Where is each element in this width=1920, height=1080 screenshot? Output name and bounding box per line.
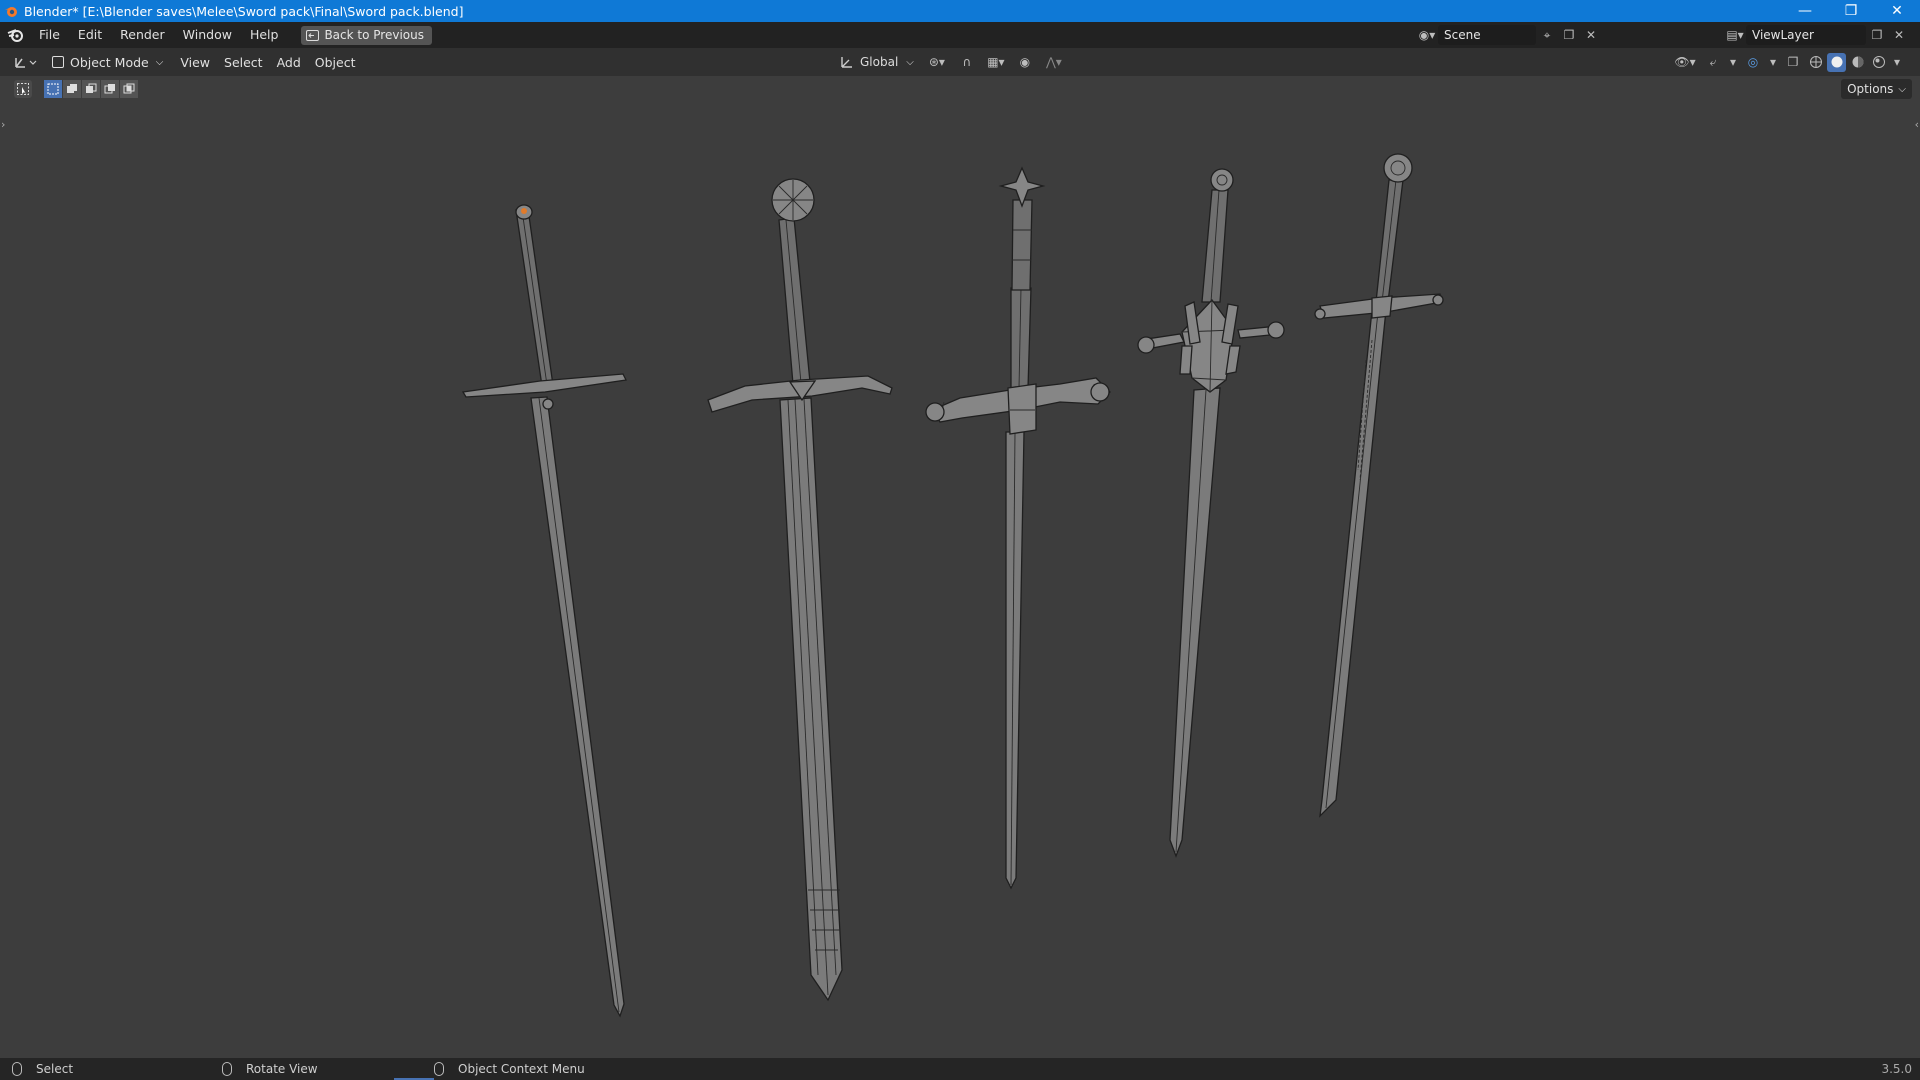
restore-icon[interactable]: ❐ — [1828, 0, 1874, 22]
minimize-icon[interactable]: — — [1782, 0, 1828, 22]
viewport-menu-object[interactable]: Object — [308, 55, 363, 70]
select-invert-icon[interactable] — [101, 80, 119, 98]
selection-mode-buttons — [44, 80, 138, 98]
menu-edit[interactable]: Edit — [69, 22, 111, 48]
object-mode-icon — [52, 56, 64, 68]
gizmo-dropdown-icon[interactable]: ▾ — [1726, 52, 1740, 72]
sword-3[interactable] — [925, 166, 1111, 890]
pivot-point-icon[interactable]: ⊛▾ — [922, 52, 952, 72]
scene-selector: ◉▾ Scene ⌖ ❐ ✕ — [1416, 25, 1602, 45]
solid-shading-icon[interactable] — [1827, 52, 1846, 72]
title-bar: Blender* [E:\Blender saves\Melee\Sword p… — [0, 0, 1920, 22]
3d-viewport[interactable]: .blade { fill: #7b7b7b; stroke: #1f1f1f;… — [0, 102, 1920, 1058]
overlays-icon[interactable]: ◎ — [1742, 52, 1764, 72]
back-to-previous-label: Back to Previous — [324, 28, 424, 42]
sword-1[interactable] — [461, 204, 627, 1018]
left-mouse-icon — [12, 1062, 22, 1076]
blender-app-icon — [5, 7, 17, 17]
xray-icon[interactable]: ❐ — [1782, 52, 1804, 72]
chevron-down-icon: ⌵ — [1898, 83, 1906, 95]
viewport-display-tools: 👁▾ ⤶ ▾ ◎ ▾ ❐ ▾ — [1670, 52, 1904, 72]
menu-help[interactable]: Help — [241, 22, 288, 48]
editor-type-icon[interactable] — [10, 52, 42, 72]
gizmo-icon[interactable]: ⤶ — [1702, 52, 1724, 72]
delete-scene-icon[interactable]: ✕ — [1580, 25, 1602, 45]
orientation-icon — [841, 57, 852, 68]
visibility-icon[interactable]: 👁▾ — [1670, 52, 1700, 72]
middle-mouse-icon — [222, 1062, 232, 1076]
viewport-canvas[interactable]: .blade { fill: #7b7b7b; stroke: #1f1f1f;… — [0, 102, 1920, 1058]
top-menu-bar: File Edit Render Window Help Back to Pre… — [0, 22, 1920, 48]
view-layer-browse-icon[interactable]: ▤▾ — [1724, 25, 1746, 45]
chevron-down-icon: ⌵ — [155, 56, 164, 68]
snap-target-icon[interactable]: ▦▾ — [982, 52, 1010, 72]
scene-browse-icon[interactable]: ◉▾ — [1416, 25, 1438, 45]
status-bar: Select Rotate View Object Context Menu 3… — [0, 1058, 1920, 1080]
menu-render[interactable]: Render — [111, 22, 174, 48]
proportional-edit-icon[interactable]: ◉ — [1014, 52, 1036, 72]
viewport-menu-add[interactable]: Add — [270, 55, 308, 70]
new-view-layer-icon[interactable]: ❐ — [1866, 25, 1888, 45]
select-subtract-icon[interactable] — [82, 80, 100, 98]
pin-icon[interactable]: ⌖ — [1536, 25, 1558, 45]
rendered-shading-icon[interactable] — [1869, 53, 1888, 72]
transform-tools: Global ⌵ ⊛▾ ∩ ▦▾ ◉ ⋀▾ — [836, 52, 1068, 72]
sword-2[interactable] — [707, 178, 893, 1002]
window-title: Blender* [E:\Blender saves\Melee\Sword p… — [24, 3, 464, 19]
right-mouse-icon — [434, 1062, 444, 1076]
object-mode-dropdown[interactable]: Object Mode ⌵ — [48, 52, 167, 72]
material-shading-icon[interactable] — [1848, 53, 1867, 72]
menu-window[interactable]: Window — [174, 22, 241, 48]
overlays-dropdown-icon[interactable]: ▾ — [1766, 52, 1780, 72]
falloff-icon[interactable]: ⋀▾ — [1040, 52, 1068, 72]
sword-4[interactable] — [1137, 168, 1285, 858]
select-intersect-icon[interactable] — [120, 80, 138, 98]
close-icon[interactable]: ✕ — [1874, 0, 1920, 22]
view-layer-selector: ▤▾ ViewLayer ❐ ✕ — [1724, 25, 1910, 45]
select-new-icon[interactable] — [44, 80, 62, 98]
tool-settings-row: Options ⌵ — [0, 76, 1920, 102]
viewport-header: Object Mode ⌵ View Select Add Object Glo… — [0, 48, 1920, 76]
status-rotate-view: Rotate View — [222, 1058, 318, 1080]
delete-view-layer-icon[interactable]: ✕ — [1888, 25, 1910, 45]
scene-name-field[interactable]: Scene — [1438, 25, 1536, 45]
chevron-down-icon: ⌵ — [906, 56, 914, 68]
back-to-previous-button[interactable]: Back to Previous — [301, 25, 432, 45]
viewport-menu-select[interactable]: Select — [217, 55, 270, 70]
viewport-menu-view[interactable]: View — [173, 55, 217, 70]
blender-logo-icon[interactable] — [0, 22, 30, 48]
transform-orientation-dropdown[interactable]: Global ⌵ — [836, 52, 918, 72]
options-dropdown[interactable]: Options ⌵ — [1841, 79, 1912, 99]
view-layer-name-field[interactable]: ViewLayer — [1746, 25, 1866, 45]
status-context-menu: Object Context Menu — [434, 1058, 585, 1080]
back-icon — [306, 29, 320, 41]
menu-file[interactable]: File — [30, 22, 69, 48]
sword-5[interactable] — [1314, 153, 1444, 818]
status-select: Select — [12, 1058, 73, 1080]
select-box-tool-icon[interactable] — [14, 80, 32, 98]
select-extend-icon[interactable] — [63, 80, 81, 98]
wireframe-shading-icon[interactable] — [1806, 53, 1825, 72]
shading-dropdown-icon[interactable]: ▾ — [1890, 52, 1904, 72]
new-scene-icon[interactable]: ❐ — [1558, 25, 1580, 45]
blender-version: 3.5.0 — [1881, 1062, 1912, 1076]
snap-toggle-icon[interactable]: ∩ — [956, 52, 978, 72]
